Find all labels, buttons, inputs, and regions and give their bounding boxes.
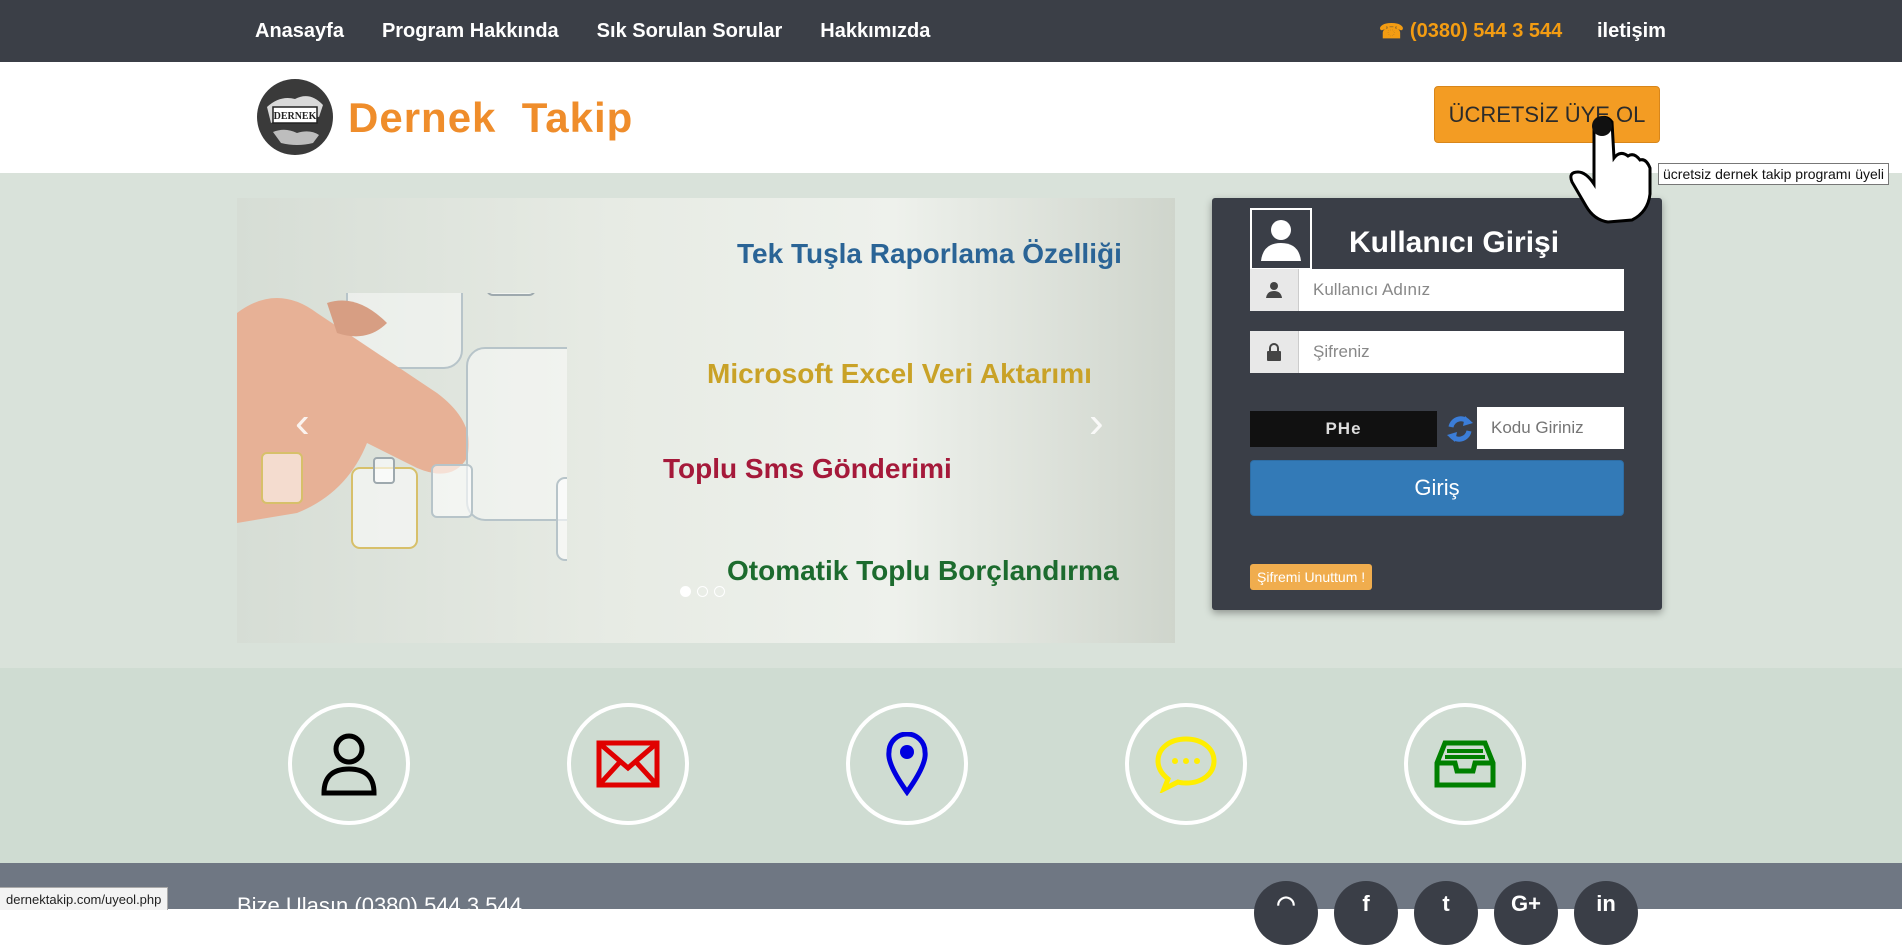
top-navbar: Anasayfa Program Hakkında Sık Sorulan So… — [0, 0, 1902, 62]
password-field — [1250, 331, 1624, 373]
hand-cursor-icon — [1569, 115, 1652, 224]
phone-icon: ☎ — [1379, 20, 1404, 43]
slider-dot[interactable] — [714, 586, 725, 597]
linkedin-icon[interactable]: in — [1574, 881, 1638, 945]
icon-circle-location[interactable] — [846, 703, 968, 825]
slider-next-icon[interactable]: › — [1089, 398, 1104, 448]
browser-status-url: dernektakip.com/uyeol.php — [0, 887, 169, 910]
login-button[interactable]: Giriş — [1250, 460, 1624, 516]
captcha-image: PHe — [1250, 411, 1437, 447]
hand-graphic — [237, 293, 567, 561]
slide-line-excel: Microsoft Excel Veri Aktarımı — [707, 358, 1092, 389]
login-title: Kullanıcı Girişi — [1349, 226, 1560, 259]
slider-dot[interactable] — [697, 586, 708, 597]
captcha-code-input[interactable] — [1477, 407, 1624, 449]
user-avatar-icon — [1250, 208, 1312, 270]
nav-hakkimizda[interactable]: Hakkımızda — [820, 20, 930, 43]
user-outline-icon — [321, 733, 377, 796]
main-nav: Anasayfa Program Hakkında Sık Sorulan So… — [255, 0, 930, 62]
user-icon — [1250, 269, 1299, 311]
icon-circle-inbox[interactable] — [1404, 703, 1526, 825]
slider-prev-icon[interactable]: ‹ — [295, 398, 310, 448]
slide-line-sms: Toplu Sms Gönderimi — [663, 453, 952, 484]
slider-indicators — [680, 586, 725, 597]
forgot-password-button[interactable]: Şifremi Unuttum ! — [1250, 564, 1373, 590]
twitter-icon[interactable]: t — [1414, 881, 1478, 945]
refresh-icon[interactable] — [1443, 410, 1477, 448]
lock-icon — [1250, 331, 1299, 373]
mail-icon — [596, 740, 660, 788]
chat-icon — [1155, 736, 1217, 793]
nav-sss[interactable]: Sık Sorulan Sorular — [597, 20, 783, 43]
google-plus-icon[interactable]: G+ — [1494, 881, 1558, 945]
icon-circle-mail[interactable] — [567, 703, 689, 825]
footer-contact-text: Bize Ulaşın (0380) 544 3 544 — [237, 893, 522, 918]
slider-dot[interactable] — [680, 586, 691, 597]
icon-circle-chat[interactable] — [1125, 703, 1247, 825]
username-input[interactable] — [1299, 269, 1624, 311]
captcha-text: PHe — [1325, 419, 1362, 438]
username-field — [1250, 269, 1624, 311]
icon-circle-user[interactable] — [288, 703, 410, 825]
nav-program-hakkinda[interactable]: Program Hakkında — [382, 20, 559, 43]
site-footer: Bize Ulaşın (0380) 544 3 544 ◠ f t G+ in — [0, 863, 1902, 945]
nav-iletisim[interactable]: iletişim — [1597, 0, 1666, 62]
slide-line-debit: Otomatik Toplu Borçlandırma — [727, 555, 1119, 586]
password-input[interactable] — [1299, 331, 1624, 373]
feature-slider[interactable]: Tek Tuşla Raporlama Özelliği Microsoft E… — [237, 198, 1175, 643]
inbox-icon — [1434, 740, 1496, 788]
feature-icons-section — [0, 668, 1902, 863]
location-icon — [886, 732, 928, 796]
login-panel: Kullanıcı Girişi PHe Giriş Şifremi Unutt… — [1212, 198, 1662, 610]
facebook-icon[interactable]: f — [1334, 881, 1398, 945]
phone-number: (0380) 544 3 544 — [1409, 19, 1563, 42]
hero-section: Tek Tuşla Raporlama Özelliği Microsoft E… — [0, 173, 1902, 668]
logo-globe-icon[interactable]: DERNEK — [255, 77, 335, 157]
slide-line-reporting: Tek Tuşla Raporlama Özelliği — [737, 238, 1122, 269]
rss-icon[interactable]: ◠ — [1254, 881, 1318, 945]
nav-anasayfa[interactable]: Anasayfa — [255, 20, 344, 43]
logo-text[interactable]: Dernek Takip — [348, 94, 633, 142]
nav-phone[interactable]: ☎ (0380) 544 3 544 — [1379, 0, 1562, 62]
logo-badge-text: DERNEK — [274, 111, 317, 122]
signup-tooltip: ücretsiz dernek takip programı üyeli — [1658, 163, 1889, 185]
